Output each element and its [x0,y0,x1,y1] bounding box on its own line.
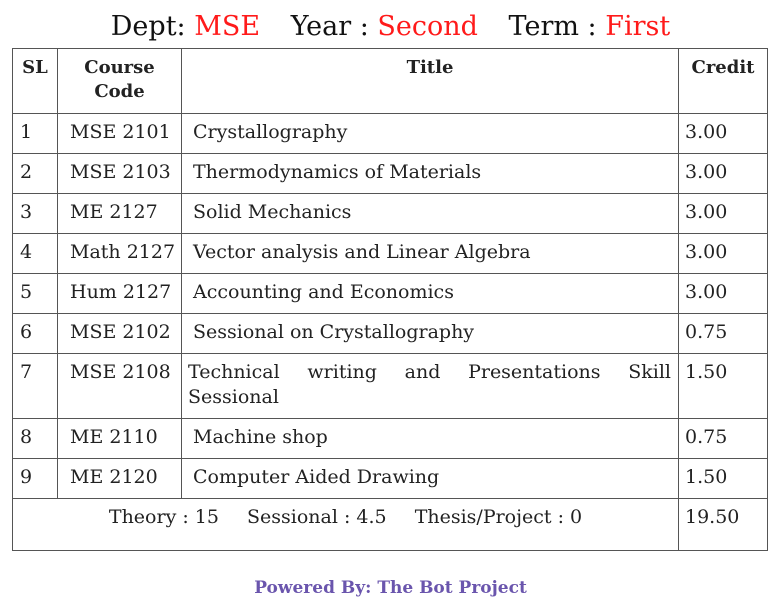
cell-credit: 1.50 [678,353,768,419]
table-row: 2 MSE 2103 Thermodynamics of Materials 3… [12,153,768,194]
cell-sl: 8 [12,418,58,459]
year-label: Year : [290,11,369,42]
cell-credit: 0.75 [678,313,768,354]
table-row: 8 ME 2110 Machine shop 0.75 [12,418,768,459]
table-row: 5 Hum 2127 Accounting and Economics 3.00 [12,273,768,314]
cell-title: Crystallography [181,113,679,154]
summary-thesis: Thesis/Project : 0 [414,506,583,528]
cell-title: Technical writing and Presentations Skil… [181,353,679,419]
table-row: 7 MSE 2108 Technical writing and Present… [12,353,768,419]
table-header-row: SL Course Code Title Credit [12,48,768,114]
dept-value: MSE [194,11,261,42]
cell-credit: 3.00 [678,233,768,274]
cell-sl: 7 [12,353,58,419]
cell-sl: 5 [12,273,58,314]
column-header-credit: Credit [678,48,768,114]
dept-label: Dept: [110,11,186,42]
cell-credit: 3.00 [678,193,768,234]
column-header-sl: SL [12,48,58,114]
cell-sl: 2 [12,153,58,194]
course-table: SL Course Code Title Credit 1 MSE 2101 C… [12,48,768,551]
cell-credit: 0.75 [678,418,768,459]
cell-title: Computer Aided Drawing [181,458,679,499]
table-row: 9 ME 2120 Computer Aided Drawing 1.50 [12,458,768,499]
table-row: 4 Math 2127 Vector analysis and Linear A… [12,233,768,274]
year-value: Second [377,11,478,42]
cell-course-code: ME 2110 [57,418,182,459]
cell-title: Machine shop [181,418,679,459]
term-value: First [605,11,671,42]
cell-sl: 3 [12,193,58,234]
column-header-title: Title [181,48,679,114]
cell-title: Vector analysis and Linear Algebra [181,233,679,274]
cell-course-code: Hum 2127 [57,273,182,314]
cell-title: Sessional on Crystallography [181,313,679,354]
cell-credit: 3.00 [678,113,768,154]
cell-title: Accounting and Economics [181,273,679,314]
term-label: Term : [508,11,597,42]
course-code-header-line2: Code [94,81,145,102]
cell-sl: 4 [12,233,58,274]
table-row: 6 MSE 2102 Sessional on Crystallography … [12,313,768,354]
cell-credit: 1.50 [678,458,768,499]
page-title: Dept: MSE Year : Second Term : First [0,8,781,46]
table-row: 3 ME 2127 Solid Mechanics 3.00 [12,193,768,234]
cell-course-code: MSE 2102 [57,313,182,354]
cell-course-code: ME 2127 [57,193,182,234]
summary-theory: Theory : 15 [108,506,219,528]
cell-title: Solid Mechanics [181,193,679,234]
summary-cell: Theory : 15 Sessional : 4.5 Thesis/Proje… [12,498,679,551]
summary-row: Theory : 15 Sessional : 4.5 Thesis/Proje… [12,498,768,551]
cell-credit: 3.00 [678,273,768,314]
powered-by-footer: Powered By: The Bot Project [254,578,527,598]
column-header-course-code: Course Code [57,48,182,114]
cell-course-code: MSE 2101 [57,113,182,154]
cell-sl: 9 [12,458,58,499]
course-code-header-line1: Course [84,57,155,78]
cell-title: Thermodynamics of Materials [181,153,679,194]
cell-credit: 3.00 [678,153,768,194]
cell-sl: 6 [12,313,58,354]
cell-course-code: ME 2120 [57,458,182,499]
summary-sessional: Sessional : 4.5 [247,506,387,528]
summary-total-credit: 19.50 [678,498,768,551]
cell-course-code: Math 2127 [57,233,182,274]
table-row: 1 MSE 2101 Crystallography 3.00 [12,113,768,154]
cell-course-code: MSE 2103 [57,153,182,194]
cell-course-code: MSE 2108 [57,353,182,419]
cell-sl: 1 [12,113,58,154]
